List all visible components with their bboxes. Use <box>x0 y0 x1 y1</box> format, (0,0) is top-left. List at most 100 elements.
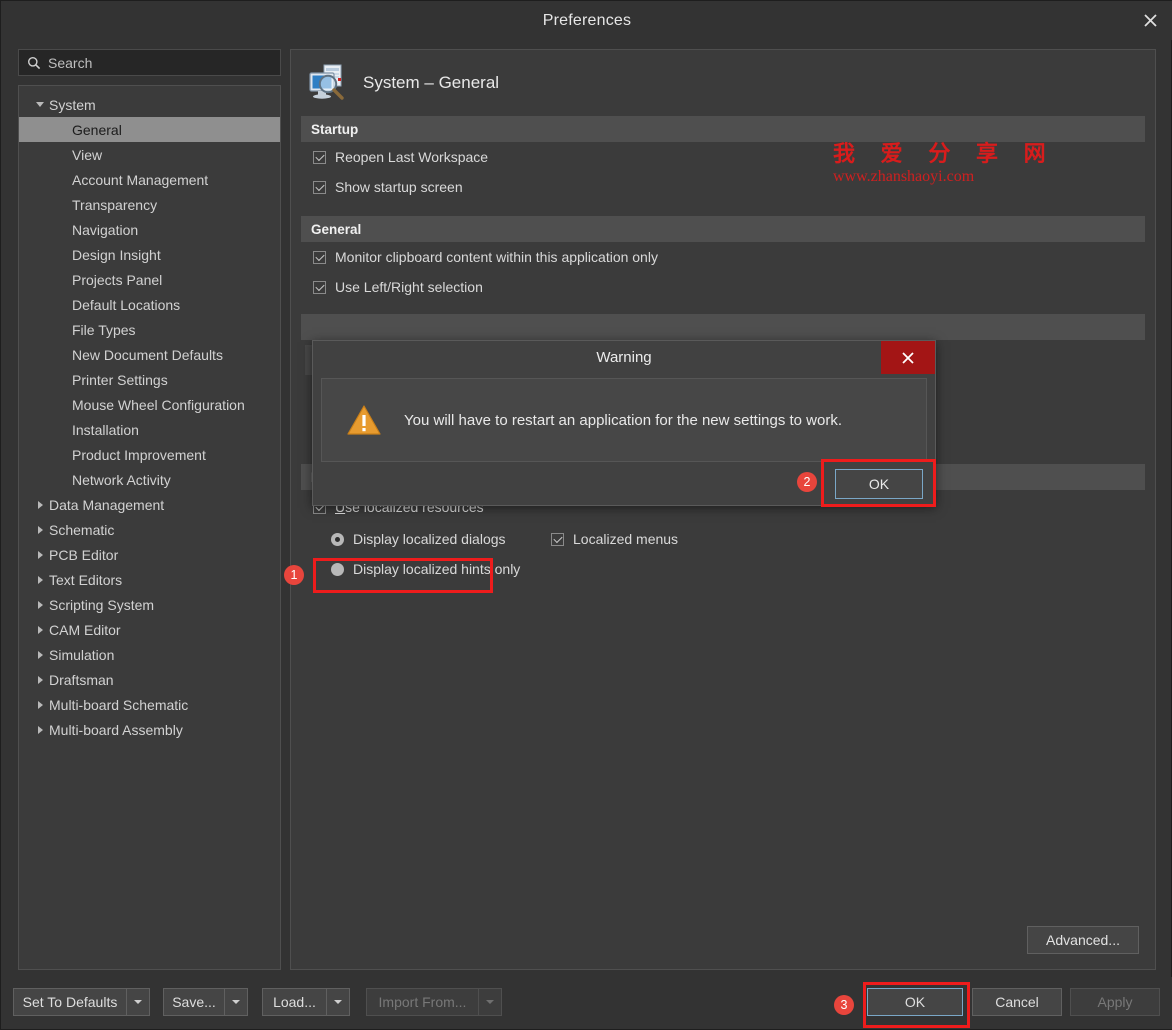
sidebar-item-network-activity[interactable]: Network Activity <box>19 467 280 492</box>
sidebar-item-design-insight[interactable]: Design Insight <box>19 242 280 267</box>
sidebar-item-label: System <box>49 97 96 113</box>
sidebar-item-navigation[interactable]: Navigation <box>19 217 280 242</box>
sidebar-item-mouse-wheel-configuration[interactable]: Mouse Wheel Configuration <box>19 392 280 417</box>
warning-ok-button[interactable]: OK <box>835 469 923 499</box>
warning-dialog-content: You will have to restart an application … <box>321 378 927 462</box>
save-dropdown[interactable] <box>224 988 248 1016</box>
option-label: Display localized hints only <box>353 561 520 577</box>
sidebar-item-account-management[interactable]: Account Management <box>19 167 280 192</box>
sidebar-item-multi-board-schematic[interactable]: Multi-board Schematic <box>19 692 280 717</box>
chevron-right-icon[interactable] <box>31 576 49 584</box>
search-input[interactable]: Search <box>18 49 281 76</box>
checkbox-icon <box>313 151 326 164</box>
preferences-window: Preferences Search System General View Acco… <box>0 0 1172 1030</box>
chevron-right-icon[interactable] <box>31 676 49 684</box>
chevron-right-icon[interactable] <box>31 526 49 534</box>
sidebar-item-label: Mouse Wheel Configuration <box>72 397 245 413</box>
sidebar-item-simulation[interactable]: Simulation <box>19 642 280 667</box>
advanced-button[interactable]: Advanced... <box>1027 926 1139 954</box>
sidebar-item-view[interactable]: View <box>19 142 280 167</box>
step-badge-2: 2 <box>797 472 817 492</box>
watermark-url: www.zhanshaoyi.com <box>833 168 974 186</box>
dialog-body: Search System General View Account Manageme… <box>1 40 1172 979</box>
set-to-defaults-dropdown[interactable] <box>126 988 150 1016</box>
step-badge-1: 1 <box>284 565 304 585</box>
sidebar-item-schematic[interactable]: Schematic <box>19 517 280 542</box>
checkbox-use-left-right-selection[interactable]: Use Left/Right selection <box>291 272 1155 302</box>
sidebar-item-label: CAM Editor <box>49 622 121 638</box>
close-icon[interactable] <box>1127 1 1172 40</box>
warning-dialog-title: Warning <box>596 349 651 366</box>
warning-message: You will have to restart an application … <box>404 412 842 429</box>
checkbox-icon <box>313 181 326 194</box>
sidebar: Search System General View Account Manageme… <box>18 49 281 970</box>
close-icon[interactable] <box>881 341 935 374</box>
sidebar-item-new-document-defaults[interactable]: New Document Defaults <box>19 342 280 367</box>
sidebar-item-draftsman[interactable]: Draftsman <box>19 667 280 692</box>
sidebar-item-general[interactable]: General <box>19 117 280 142</box>
checkbox-monitor-clipboard[interactable]: Monitor clipboard content within this ap… <box>291 242 1155 272</box>
ok-button[interactable]: OK <box>867 988 963 1016</box>
sidebar-item-product-improvement[interactable]: Product Improvement <box>19 442 280 467</box>
sidebar-item-label: Data Management <box>49 497 164 513</box>
sidebar-item-system[interactable]: System <box>19 92 280 117</box>
chevron-down-icon <box>232 1000 240 1004</box>
sidebar-item-default-locations[interactable]: Default Locations <box>19 292 280 317</box>
radio-display-localized-hints-only[interactable]: Display localized hints only <box>291 554 1155 584</box>
load-button[interactable]: Load... <box>262 988 326 1016</box>
sidebar-item-label: View <box>72 147 102 163</box>
window-title: Preferences <box>543 12 631 30</box>
sidebar-item-printer-settings[interactable]: Printer Settings <box>19 367 280 392</box>
sidebar-item-file-types[interactable]: File Types <box>19 317 280 342</box>
checkbox-show-startup-screen[interactable]: Show startup screen <box>291 172 1155 202</box>
obscured-section-header <box>301 314 1145 340</box>
sidebar-item-pcb-editor[interactable]: PCB Editor <box>19 542 280 567</box>
sidebar-item-installation[interactable]: Installation <box>19 417 280 442</box>
sidebar-item-label: Navigation <box>72 222 138 238</box>
load-dropdown[interactable] <box>326 988 350 1016</box>
sidebar-item-label: Text Editors <box>49 572 122 588</box>
sidebar-item-data-management[interactable]: Data Management <box>19 492 280 517</box>
sidebar-item-label: Default Locations <box>72 297 180 313</box>
chevron-right-icon[interactable] <box>31 551 49 559</box>
search-icon <box>27 56 41 70</box>
sidebar-item-multi-board-assembly[interactable]: Multi-board Assembly <box>19 717 280 742</box>
sidebar-item-transparency[interactable]: Transparency <box>19 192 280 217</box>
sidebar-item-text-editors[interactable]: Text Editors <box>19 567 280 592</box>
warning-triangle-icon <box>346 404 382 436</box>
sidebar-item-label: Printer Settings <box>72 372 168 388</box>
chevron-right-icon[interactable] <box>31 726 49 734</box>
sidebar-item-label: Draftsman <box>49 672 114 688</box>
load-split[interactable]: Load... <box>262 988 350 1016</box>
checkbox-localized-menus[interactable]: Localized menus <box>551 524 678 554</box>
sidebar-item-label: Projects Panel <box>72 272 162 288</box>
sidebar-item-label: Scripting System <box>49 597 154 613</box>
system-general-icon <box>307 62 349 104</box>
sidebar-item-label: Network Activity <box>72 472 171 488</box>
chevron-down-icon[interactable] <box>31 102 49 107</box>
checkbox-icon <box>313 281 326 294</box>
sidebar-item-scripting-system[interactable]: Scripting System <box>19 592 280 617</box>
chevron-right-icon[interactable] <box>31 501 49 509</box>
warning-dialog-footer: OK <box>313 462 935 505</box>
option-label: Reopen Last Workspace <box>335 149 488 165</box>
set-to-defaults-button[interactable]: Set To Defaults <box>13 988 126 1016</box>
sidebar-item-label: Schematic <box>49 522 114 538</box>
chevron-down-icon <box>134 1000 142 1004</box>
save-button[interactable]: Save... <box>163 988 224 1016</box>
radio-display-localized-dialogs[interactable]: Display localized dialogs <box>291 524 551 554</box>
sidebar-item-cam-editor[interactable]: CAM Editor <box>19 617 280 642</box>
checkbox-icon <box>313 251 326 264</box>
chevron-right-icon[interactable] <box>31 651 49 659</box>
sidebar-item-label: Multi-board Assembly <box>49 722 183 738</box>
cancel-button[interactable]: Cancel <box>972 988 1062 1016</box>
sidebar-item-projects-panel[interactable]: Projects Panel <box>19 267 280 292</box>
chevron-right-icon[interactable] <box>31 601 49 609</box>
set-to-defaults-split[interactable]: Set To Defaults <box>13 988 150 1016</box>
chevron-right-icon[interactable] <box>31 626 49 634</box>
page-title: System – General <box>363 73 499 93</box>
import-from-dropdown <box>478 988 502 1016</box>
chevron-right-icon[interactable] <box>31 701 49 709</box>
save-split[interactable]: Save... <box>163 988 248 1016</box>
settings-tree[interactable]: System General View Account ManagementTrans… <box>18 85 281 970</box>
